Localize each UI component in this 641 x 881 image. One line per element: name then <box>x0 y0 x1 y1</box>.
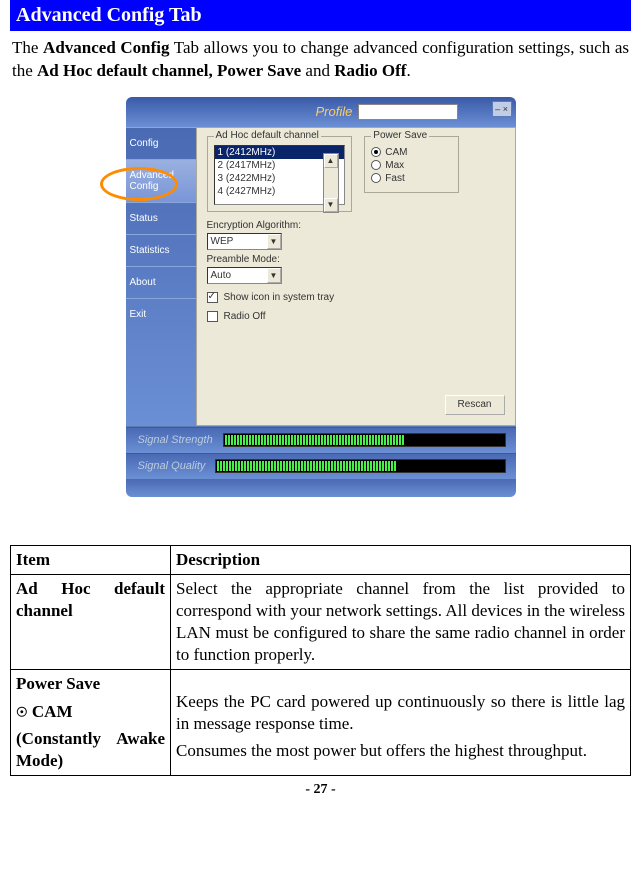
signal-strength-label: Signal Strength <box>138 434 213 446</box>
checkbox-icon <box>207 292 218 303</box>
table-description: Keeps the PC card powered up continuousl… <box>171 670 631 775</box>
signal-quality-row: Signal Quality <box>126 453 516 479</box>
preamble-dropdown[interactable]: Auto ▼ <box>207 267 282 284</box>
checkbox-label: Radio Off <box>224 311 266 322</box>
adhoc-channel-label: Ad Hoc default channel <box>214 130 321 141</box>
window-controls[interactable]: – × <box>492 101 512 117</box>
sidebar-tab-statistics[interactable]: Statistics <box>126 234 196 266</box>
window-footer <box>126 479 516 497</box>
scrollbar[interactable]: ▲ ▼ <box>323 153 339 213</box>
radio-label: Max <box>385 160 404 171</box>
signal-quality-bar <box>215 459 505 473</box>
signal-strength-bar <box>223 433 506 447</box>
signal-quality-label: Signal Quality <box>138 460 206 472</box>
radio-icon <box>371 173 381 183</box>
window-titlebar: Profile – × <box>126 97 516 127</box>
description-table: Item Description Ad Hoc default channel … <box>10 545 631 776</box>
rescan-button[interactable]: Rescan <box>445 395 505 415</box>
bold: Ad Hoc default channel, Power Save <box>37 61 301 80</box>
text: . <box>406 61 410 80</box>
text: CAM <box>28 702 73 721</box>
section-title: Advanced Config Tab <box>10 0 631 31</box>
checkbox-icon <box>207 311 218 322</box>
radio-icon <box>371 147 381 157</box>
encryption-label: Encryption Algorithm: <box>207 220 505 231</box>
bold: Radio Off <box>334 61 406 80</box>
radio-cam[interactable]: CAM <box>371 147 452 158</box>
page-number: - 27 - <box>10 782 631 798</box>
sidebar-tab-config[interactable]: Config <box>126 127 196 159</box>
radio-max[interactable]: Max <box>371 160 452 171</box>
text: Keeps the PC card powered up continuousl… <box>176 691 625 735</box>
table-header-item: Item <box>11 545 171 574</box>
text: (Constantly Awake Mode) <box>16 728 165 772</box>
app-screenshot: Profile – × Config Advanced Config Statu… <box>126 97 516 517</box>
adhoc-channel-group: Ad Hoc default channel 1 (2412MHz) 2 (24… <box>207 136 352 212</box>
sidebar-tab-exit[interactable]: Exit <box>126 298 196 330</box>
scroll-up-icon[interactable]: ▲ <box>324 154 338 168</box>
radio-label: Fast <box>385 173 404 184</box>
bold: Advanced Config <box>43 38 169 57</box>
profile-dropdown[interactable] <box>358 104 458 120</box>
radio-label: CAM <box>385 147 407 158</box>
highlight-circle <box>100 167 178 201</box>
sidebar-tab-about[interactable]: About <box>126 266 196 298</box>
chevron-down-icon: ▼ <box>267 268 281 283</box>
panel: Ad Hoc default channel 1 (2412MHz) 2 (24… <box>196 127 516 426</box>
table-row: Power Save ☉ CAM (Constantly Awake Mode)… <box>11 670 631 775</box>
scroll-down-icon[interactable]: ▼ <box>324 198 338 212</box>
text: The <box>12 38 43 57</box>
table-row: Ad Hoc default channel Select the approp… <box>11 574 631 669</box>
encryption-value: WEP <box>211 236 234 247</box>
chevron-down-icon: ▼ <box>267 234 281 249</box>
show-tray-checkbox-row[interactable]: Show icon in system tray <box>207 292 505 303</box>
table-item: Ad Hoc default channel <box>11 574 171 669</box>
profile-label: Profile <box>316 104 353 119</box>
preamble-value: Auto <box>211 270 232 281</box>
radio-fast[interactable]: Fast <box>371 173 452 184</box>
power-save-group: Power Save CAM Max Fast <box>364 136 459 193</box>
radio-icon <box>371 160 381 170</box>
encryption-dropdown[interactable]: WEP ▼ <box>207 233 282 250</box>
text: Consumes the most power but offers the h… <box>176 740 625 762</box>
checkbox-label: Show icon in system tray <box>224 292 335 303</box>
radio-off-checkbox-row[interactable]: Radio Off <box>207 311 505 322</box>
table-item: Power Save ☉ CAM (Constantly Awake Mode) <box>11 670 171 775</box>
power-save-label: Power Save <box>371 130 429 141</box>
text: and <box>301 61 334 80</box>
intro-paragraph: The Advanced Config Tab allows you to ch… <box>10 37 631 93</box>
bullet-icon: ☉ <box>16 705 28 720</box>
text: Power Save <box>16 673 165 695</box>
preamble-label: Preamble Mode: <box>207 254 505 265</box>
table-header-description: Description <box>171 545 631 574</box>
sidebar-tab-status[interactable]: Status <box>126 202 196 234</box>
signal-strength-row: Signal Strength <box>126 427 516 453</box>
table-description: Select the appropriate channel from the … <box>171 574 631 669</box>
